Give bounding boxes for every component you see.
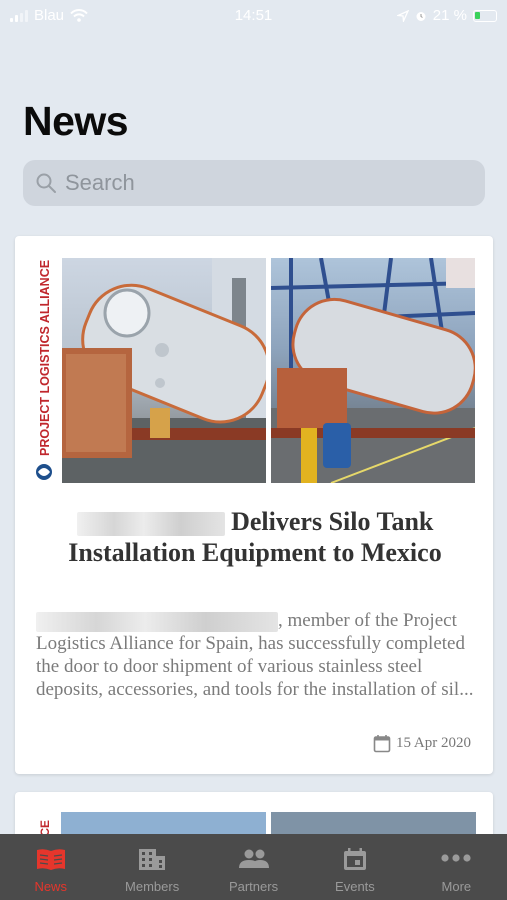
- alarm-icon: [416, 11, 426, 21]
- page-title: News: [23, 98, 129, 144]
- tab-partners[interactable]: Partners: [203, 834, 304, 900]
- search-input[interactable]: [65, 170, 465, 196]
- tab-more[interactable]: More: [406, 834, 507, 900]
- tab-label: Partners: [228, 879, 279, 894]
- status-right: 21 %: [396, 7, 497, 24]
- tab-news[interactable]: News: [0, 834, 101, 900]
- status-bar: Blau 14:51 21 %: [0, 0, 507, 32]
- tab-events[interactable]: Events: [304, 834, 405, 900]
- search-icon: [36, 173, 56, 193]
- news-card[interactable]: PROJECT LOGISTICS ALLIANCE Delivers Silo…: [15, 236, 493, 774]
- newspaper-icon: [36, 849, 65, 870]
- tab-label: More: [441, 879, 472, 894]
- brand-logo: PROJECT LOGISTICS ALLIANCE: [32, 258, 62, 483]
- search-bar[interactable]: [23, 160, 485, 206]
- location-icon: [396, 9, 409, 22]
- calendar-icon: [373, 735, 391, 753]
- tab-members[interactable]: Members: [101, 834, 202, 900]
- article-date-text: 15 Apr 2020: [396, 735, 471, 751]
- battery-icon: [473, 9, 497, 22]
- people-icon: [238, 849, 269, 868]
- tab-label: Members: [125, 879, 180, 894]
- article-date: 15 Apr 2020: [373, 734, 471, 753]
- article-excerpt: , member of the Project Logistics Allian…: [36, 609, 476, 701]
- building-icon: [139, 849, 166, 870]
- tab-label: Events: [335, 879, 375, 894]
- photo-silo-left: [62, 258, 266, 483]
- article-title[interactable]: Delivers Silo Tank Installation Equipmen…: [45, 506, 465, 568]
- redacted-company-name-2: [36, 611, 278, 632]
- battery-percent: 21 %: [432, 7, 467, 24]
- photo-silo-right: [271, 258, 475, 483]
- tab-bar: News Members Partners Events More: [0, 834, 507, 900]
- tab-label: News: [34, 879, 67, 894]
- calendar-icon: [343, 848, 366, 870]
- article-image: PROJECT LOGISTICS ALLIANCE: [32, 258, 475, 483]
- more-icon: [441, 854, 471, 862]
- brand-text: PROJECT LOGISTICS ALLIANCE: [38, 260, 52, 456]
- redacted-company-name: [76, 512, 225, 537]
